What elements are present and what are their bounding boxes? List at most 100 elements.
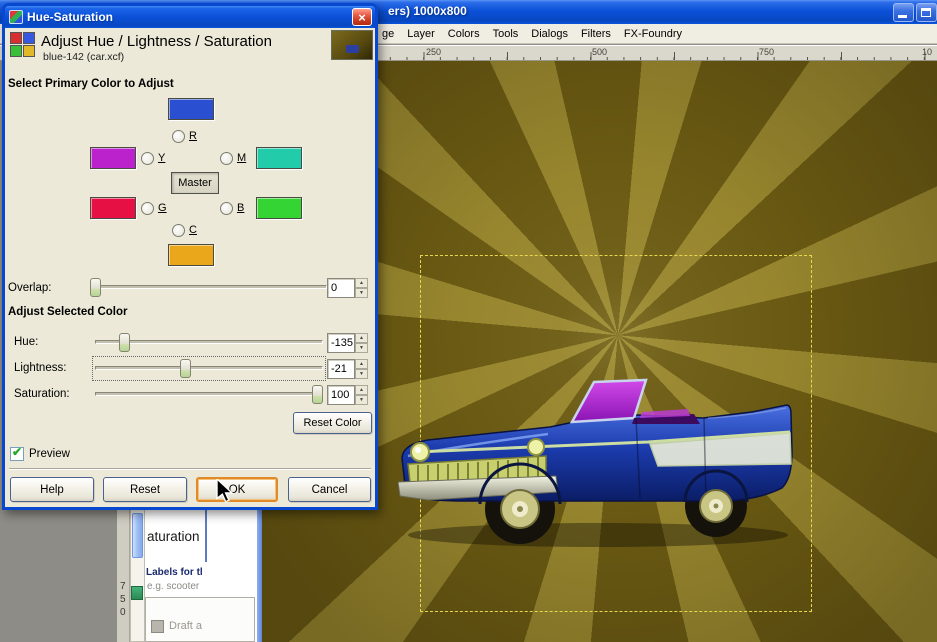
preview-checkbox[interactable]: ✔ [10,445,24,461]
doc-divider [205,505,207,562]
doc-card[interactable]: Draft a [145,597,255,642]
doc-sub-label: e.g. scooter [147,581,200,592]
reset-button[interactable]: Reset [103,477,187,502]
doc-heading-fragment: aturation [147,529,200,544]
hue-value[interactable]: -135 [327,333,355,353]
cancel-button[interactable]: Cancel [288,477,371,502]
hue-slider[interactable] [95,333,323,352]
spin-down-icon[interactable]: ▼ [355,288,368,298]
swatch-red [90,197,136,219]
channel-label-m: M [237,152,247,164]
dialog-titlebar[interactable]: Hue-Saturation × [5,6,375,28]
spin-down-icon[interactable]: ▼ [355,395,368,405]
document-icon [151,620,164,633]
green-marker [131,586,143,600]
swatch-green [256,197,302,219]
radio-channel-y[interactable] [141,152,154,165]
vruler-digit: 5 [120,594,126,605]
slider-track [90,285,327,289]
doc-panel: aturation Labels for tl e.g. scooter Dra… [145,505,257,642]
overlap-slider[interactable] [90,278,327,297]
swatch-magenta [90,147,136,169]
radio-channel-b[interactable] [220,202,233,215]
ruler-mark: 10 [922,47,933,57]
channel-label-c: C [189,224,197,236]
spin-down-icon[interactable]: ▼ [355,343,368,353]
radio-channel-r[interactable] [172,130,185,143]
slider-thumb[interactable] [118,333,130,352]
overlap-value[interactable]: 0 [327,278,355,298]
spin-up-icon[interactable]: ▲ [355,385,368,395]
slider-thumb[interactable] [90,278,101,297]
saturation-label: Saturation: [14,388,70,400]
spin-up-icon[interactable]: ▲ [355,278,368,288]
spin-up-icon[interactable]: ▲ [355,333,368,343]
maximize-icon [921,8,931,17]
channel-label-y: Y [158,152,166,164]
ok-button[interactable]: OK [196,477,278,502]
close-icon: × [358,9,366,25]
ruler-mark: 250 [426,47,442,57]
menu-item-fx-foundry[interactable]: FX-Foundry [624,28,682,40]
car-image [398,378,793,547]
minimize-button[interactable] [893,3,914,22]
menu-item-image-fragment[interactable]: ge [382,28,394,40]
ruler-mark: 750 [759,47,775,57]
lightness-label: Lightness: [14,362,67,374]
reset-color-button[interactable]: Reset Color [293,412,372,434]
screen: ers) 1000x800 ge Layer Colors Tools Dial… [0,0,937,642]
dialog-icon [9,10,23,24]
slider-thumb[interactable] [312,385,323,404]
vruler-digit: 0 [120,607,126,618]
swatch-blue [168,98,214,120]
dialog-header-subtitle: blue-142 (car.xcf) [43,51,125,63]
hue-label: Hue: [14,336,39,348]
adjust-selected-label: Adjust Selected Color [8,306,128,318]
menu-item-tools[interactable]: Tools [493,28,519,40]
slider-track [95,366,323,370]
layer-thumbnail [331,30,373,60]
close-button[interactable]: × [352,8,372,26]
doc-vertical-ruler: 7 5 0 [117,505,130,642]
slider-thumb[interactable] [180,359,192,378]
channel-label-r: R [189,130,197,142]
saturation-value[interactable]: 100 [327,385,355,405]
radio-channel-m[interactable] [220,152,233,165]
hue-spinner[interactable]: -135 ▲ ▼ [327,333,368,353]
dialog-title: Hue-Saturation [27,10,114,24]
menu-item-layer[interactable]: Layer [407,28,435,40]
minimize-icon [898,15,907,18]
radio-channel-c[interactable] [172,224,185,237]
vruler-digit: 7 [120,581,126,592]
radio-channel-g[interactable] [141,202,154,215]
overlap-spinner[interactable]: 0 ▲ ▼ [327,278,368,298]
lightness-slider[interactable] [92,356,326,381]
preview-label: Preview [29,448,70,460]
doc-bold-label: Labels for tl [146,567,203,578]
saturation-spinner[interactable]: 100 ▲ ▼ [327,385,368,405]
slider-track [95,392,323,396]
master-button[interactable]: Master [171,172,219,194]
dialog-header-title: Adjust Hue / Lightness / Saturation [41,33,272,50]
hue-saturation-dialog: Hue-Saturation × Adjust Hue / Lightness … [2,3,378,510]
doc-scrollbar[interactable] [130,505,145,642]
doc-window-border [257,505,262,642]
channel-label-b: B [237,202,245,214]
scrollbar-thumb[interactable] [132,513,143,558]
spin-up-icon[interactable]: ▲ [355,359,368,369]
separator [9,468,371,470]
hue-saturation-icon [10,32,36,58]
saturation-slider[interactable] [95,385,323,404]
spin-down-icon[interactable]: ▼ [355,369,368,379]
help-button[interactable]: Help [10,477,94,502]
lightness-spinner[interactable]: -21 ▲ ▼ [327,359,368,379]
ruler-mark: 500 [592,47,608,57]
menu-item-dialogs[interactable]: Dialogs [531,28,568,40]
channel-label-g: G [158,202,167,214]
maximize-button[interactable] [916,3,937,22]
lightness-value[interactable]: -21 [327,359,355,379]
menu-item-colors[interactable]: Colors [448,28,480,40]
overlap-label: Overlap: [8,282,52,294]
swatch-teal [256,147,302,169]
menu-item-filters[interactable]: Filters [581,28,611,40]
